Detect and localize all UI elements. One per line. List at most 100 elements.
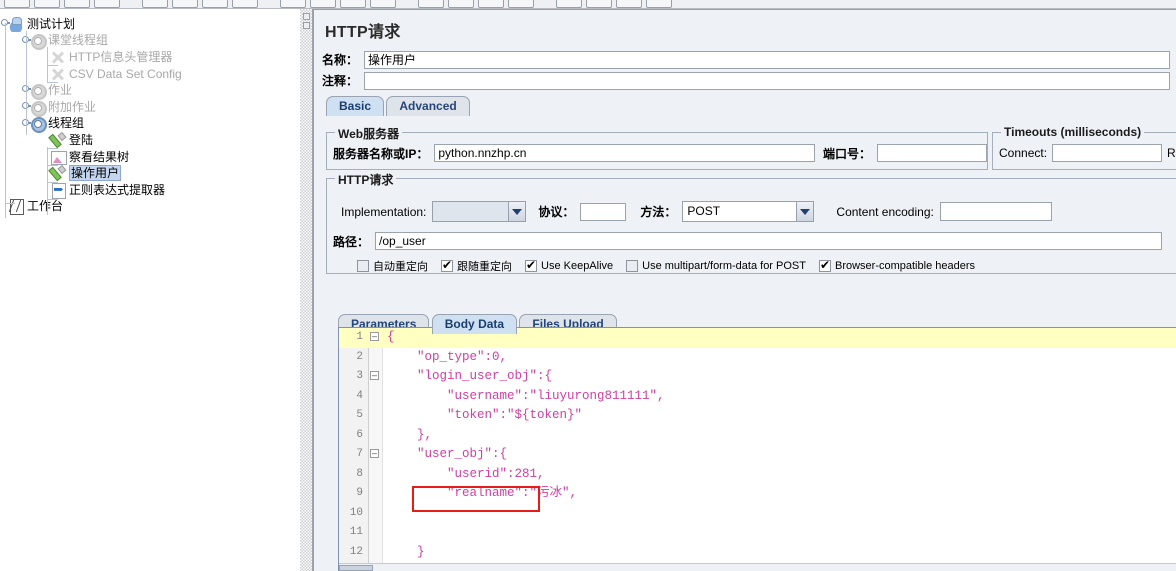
- toolbar-button[interactable]: [370, 0, 396, 8]
- checkbox-box[interactable]: [357, 260, 369, 272]
- scrollbar-thumb[interactable]: [339, 565, 373, 571]
- toolbar-button[interactable]: [616, 0, 642, 8]
- tab-advanced[interactable]: Advanced: [386, 96, 470, 116]
- toolbar-button[interactable]: [34, 0, 60, 8]
- timeouts-group: Timeouts (milliseconds) Connect: Re: [992, 125, 1176, 170]
- tree-connector: [47, 148, 58, 149]
- tree-connector: [26, 31, 27, 135]
- toolbar-button[interactable]: [202, 0, 228, 8]
- code-fold-toggle-icon[interactable]: –: [370, 449, 379, 458]
- toolbar-button[interactable]: [4, 0, 30, 8]
- chevron-down-icon[interactable]: [508, 202, 526, 221]
- code-line[interactable]: 12 }: [339, 543, 1176, 563]
- code-fold-toggle-icon[interactable]: –: [370, 371, 379, 380]
- code-fold-toggle-icon[interactable]: –: [370, 332, 379, 341]
- checkbox-3[interactable]: Use multipart/form-data for POST: [626, 260, 806, 272]
- timeouts-group-title: Timeouts (milliseconds): [1001, 125, 1145, 139]
- line-number: 8: [356, 467, 363, 480]
- checkbox-4[interactable]: Browser-compatible headers: [818, 258, 975, 272]
- path-label: 路径：: [333, 234, 370, 249]
- editor-horizontal-scrollbar[interactable]: [339, 563, 1176, 571]
- toolbar-button[interactable]: [94, 0, 120, 8]
- line-number: 7: [356, 448, 363, 460]
- port-label: 端口号：: [822, 146, 871, 161]
- tree-node-1[interactable]: 课堂线程组: [0, 31, 108, 51]
- checkbox-0[interactable]: 自动重定向: [357, 258, 428, 274]
- toolbar-button[interactable]: [478, 0, 504, 8]
- server-name-input[interactable]: [434, 144, 815, 162]
- checkbox-box[interactable]: [818, 258, 831, 272]
- protocol-input[interactable]: [580, 202, 627, 221]
- toolbar-button[interactable]: [418, 0, 444, 8]
- tree-connector: [5, 203, 15, 204]
- tab-basic[interactable]: Basic: [326, 96, 385, 116]
- code-line[interactable]: 4 "username":"liuyurong811111",: [339, 387, 1176, 407]
- code-text: "op_type":0,: [387, 349, 508, 364]
- tree-node-label: 正则表达式提取器: [69, 182, 166, 197]
- code-line[interactable]: 7– "user_obj":{: [339, 445, 1176, 465]
- tree-node-0[interactable]: 测试计划: [0, 14, 75, 32]
- toolbar-button[interactable]: [280, 0, 306, 8]
- code-text: "login_user_obj":{: [387, 369, 553, 383]
- code-line[interactable]: 8 "userid":281,: [339, 465, 1176, 485]
- code-line[interactable]: 6 },: [339, 426, 1176, 446]
- line-number: 3: [356, 370, 363, 382]
- red-highlight-box: [412, 486, 540, 512]
- implementation-select[interactable]: [432, 201, 527, 222]
- line-number: 10: [349, 506, 363, 519]
- code-line[interactable]: 2 "op_type":0,: [339, 348, 1176, 368]
- tree-node-10[interactable]: 正则表达式提取器: [0, 180, 166, 199]
- toolbar-button[interactable]: [142, 0, 168, 8]
- checkbox-box[interactable]: [441, 258, 453, 272]
- content-encoding-input[interactable]: [939, 202, 1052, 221]
- code-line[interactable]: 11: [339, 523, 1176, 543]
- connect-timeout-input[interactable]: [1052, 144, 1163, 162]
- split-pane-divider[interactable]: [299, 9, 313, 571]
- checkbox-1[interactable]: 跟随重定向: [441, 258, 512, 274]
- tree-connector: [47, 165, 58, 166]
- code-line[interactable]: 3– "login_user_obj":{: [339, 367, 1176, 387]
- checkbox-label: Use multipart/form-data for POST: [642, 260, 806, 272]
- thread-group-icon: [29, 99, 47, 117]
- body-data-editor[interactable]: 1–{2 "op_type":0, 3– "login_user_obj":{4 …: [338, 327, 1176, 571]
- path-input[interactable]: [375, 232, 1163, 250]
- request-options-row: 自动重定向 跟随重定向 Use KeepAlive Use multipart/for…: [327, 250, 1176, 274]
- toolbar-button[interactable]: [232, 0, 258, 8]
- implementation-value: [433, 202, 509, 221]
- tree-node-7[interactable]: 登陆: [0, 130, 93, 148]
- chevron-down-icon[interactable]: [796, 202, 814, 221]
- tree-node-9[interactable]: 操作用户: [0, 163, 122, 182]
- line-number: 5: [356, 409, 363, 421]
- toolbar-button[interactable]: [556, 0, 582, 8]
- tree-node-6[interactable]: 线程组: [0, 114, 84, 134]
- code-line[interactable]: 5 "token":"${token}": [339, 406, 1176, 426]
- response-label: Re: [1167, 146, 1176, 160]
- tree-node-4[interactable]: 作业: [0, 80, 72, 101]
- checkbox-2[interactable]: Use KeepAlive: [525, 258, 613, 272]
- toolbar-button[interactable]: [172, 0, 198, 8]
- test-plan-tree-panel[interactable]: 测试计划 课堂线程组 HTTP信息头管理器 CSV Data Set Config 作业…: [0, 9, 299, 571]
- tab-body-data[interactable]: Body Data: [431, 314, 518, 334]
- line-number: 9: [356, 487, 363, 499]
- comment-field-row: 注释：: [322, 71, 1176, 90]
- line-number: 4: [356, 389, 363, 402]
- toolbar-button[interactable]: [340, 0, 366, 8]
- toolbar-button[interactable]: [586, 0, 612, 8]
- toolbar-button[interactable]: [64, 0, 90, 8]
- port-input[interactable]: [877, 144, 987, 162]
- tree-node-8[interactable]: 察看结果树: [0, 147, 129, 165]
- divider-collapse-up-button[interactable]: [303, 13, 310, 20]
- tree-node-5[interactable]: 附加作业: [0, 97, 96, 117]
- toolbar-button[interactable]: [310, 0, 336, 8]
- checkbox-box[interactable]: [525, 258, 537, 272]
- toolbar-button[interactable]: [448, 0, 474, 8]
- toolbar-button[interactable]: [646, 0, 672, 8]
- http-request-group: HTTP请求 Implementation: 协议： 方法： POST Cont…: [326, 171, 1176, 274]
- comment-input[interactable]: [364, 71, 1171, 90]
- name-input[interactable]: [364, 50, 1171, 69]
- divider-collapse-down-button[interactable]: [303, 22, 310, 29]
- method-select[interactable]: POST: [682, 201, 815, 222]
- checkbox-box[interactable]: [626, 260, 639, 272]
- toolbar-button[interactable]: [508, 0, 534, 8]
- tree-node-3[interactable]: CSV Data Set Config: [0, 64, 182, 82]
